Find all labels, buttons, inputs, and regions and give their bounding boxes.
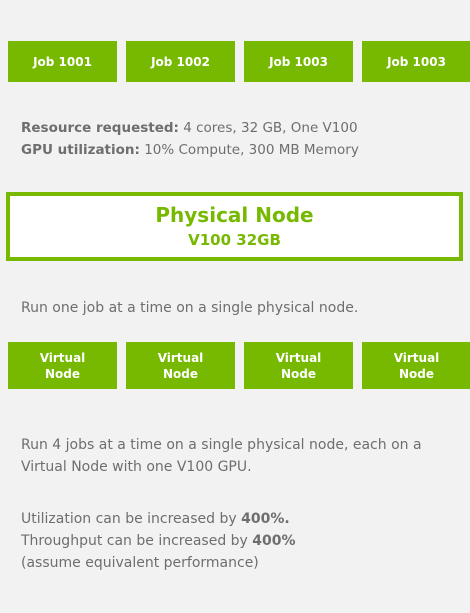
virtual-node-box: Virtual Node bbox=[362, 342, 470, 389]
throughput-line: Throughput can be increased by 400% bbox=[21, 530, 461, 552]
virtual-node-label-line2: Node bbox=[44, 366, 80, 381]
resource-requested-line: Resource requested: 4 cores, 32 GB, One … bbox=[21, 117, 359, 139]
run-four-text: Run 4 jobs at a time on a single physica… bbox=[21, 437, 422, 475]
utilization-prefix: Utilization can be increased by bbox=[21, 511, 242, 527]
physical-node-title: Physical Node bbox=[155, 203, 314, 227]
virtual-nodes-row: Virtual Node Virtual Node Virtual Node Virt… bbox=[8, 342, 470, 389]
utilization-line: Utilization can be increased by 400%. bbox=[21, 508, 461, 530]
throughput-value: 400% bbox=[252, 533, 296, 549]
virtual-node-label-line1: Virtual bbox=[39, 350, 86, 365]
performance-note: (assume equivalent performance) bbox=[21, 555, 259, 571]
virtual-node-label-line1: Virtual bbox=[275, 350, 322, 365]
gpu-utilization-label: GPU utilization: bbox=[21, 142, 140, 158]
virtual-node-label-line2: Node bbox=[398, 366, 434, 381]
virtual-node-box: Virtual Node bbox=[244, 342, 353, 389]
job-box: Job 1003 bbox=[244, 41, 353, 82]
gpu-utilization-line: GPU utilization: 10% Compute, 300 MB Mem… bbox=[21, 139, 359, 161]
virtual-node-box: Virtual Node bbox=[126, 342, 235, 389]
physical-node-box: Physical Node V100 32GB bbox=[6, 192, 463, 261]
resource-requested-value: 4 cores, 32 GB, One V100 bbox=[178, 120, 358, 136]
resource-info: Resource requested: 4 cores, 32 GB, One … bbox=[21, 117, 359, 161]
run-one-text: Run one job at a time on a single physic… bbox=[21, 300, 359, 316]
resource-requested-label: Resource requested: bbox=[21, 120, 179, 136]
jobs-row: Job 1001 Job 1002 Job 1003 Job 1003 bbox=[8, 41, 470, 82]
utilization-summary: Utilization can be increased by 400%. Th… bbox=[21, 508, 461, 574]
throughput-prefix: Throughput can be increased by bbox=[21, 533, 253, 549]
physical-node-subtitle: V100 32GB bbox=[188, 231, 281, 249]
utilization-value: 400%. bbox=[241, 511, 290, 527]
virtual-node-box: Virtual Node bbox=[8, 342, 117, 389]
virtual-node-label-line1: Virtual bbox=[157, 350, 204, 365]
virtual-node-label-line1: Virtual bbox=[393, 350, 440, 365]
gpu-utilization-value: 10% Compute, 300 MB Memory bbox=[139, 142, 359, 158]
virtual-node-label-line2: Node bbox=[162, 366, 198, 381]
virtual-node-label-line2: Node bbox=[280, 366, 316, 381]
job-box: Job 1002 bbox=[126, 41, 235, 82]
job-box: Job 1001 bbox=[8, 41, 117, 82]
job-box: Job 1003 bbox=[362, 41, 470, 82]
